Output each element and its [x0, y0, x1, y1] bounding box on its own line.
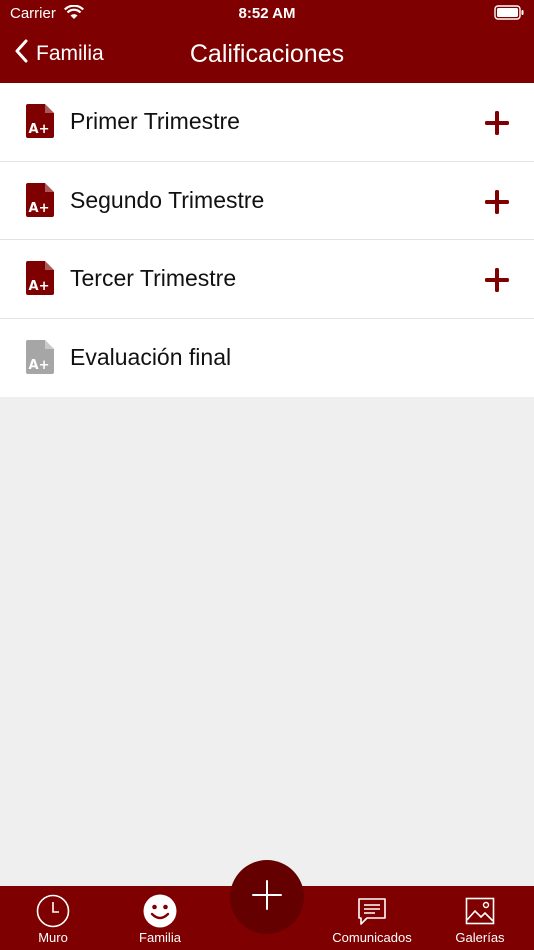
tab-familia[interactable]: Familia [115, 886, 205, 950]
tab-label: Comunicados [332, 930, 412, 945]
list-item[interactable]: A+ Segundo Trimestre [0, 162, 534, 240]
back-button[interactable]: Familia [14, 38, 104, 70]
grade-document-icon: A+ [26, 261, 54, 300]
add-button[interactable] [230, 860, 304, 934]
grade-document-icon: A+ [26, 182, 54, 222]
battery-icon [494, 5, 524, 24]
tab-galerias[interactable]: Galerías [435, 886, 525, 950]
list-item-label: Segundo Trimestre [70, 186, 265, 213]
top-bar: Carrier 8:52 AM Familia Calificaciones [0, 0, 534, 83]
list-item-label: Tercer Trimestre [70, 265, 237, 292]
list-item-label: Evaluación final [70, 344, 232, 371]
grades-list: A+ Primer Trimestre A+ Segundo Trimestre [0, 83, 534, 397]
status-bar: Carrier 8:52 AM [0, 0, 534, 28]
tab-label: Galerías [455, 930, 505, 945]
tab-label: Familia [139, 930, 181, 945]
plus-icon[interactable] [484, 267, 510, 298]
list-item[interactable]: A+ Evaluación final [0, 319, 534, 398]
smiley-icon [143, 894, 177, 928]
svg-text:A+: A+ [29, 201, 50, 216]
clock-icon [36, 894, 70, 928]
tab-muro[interactable]: Muro [8, 886, 98, 950]
list-item-label: Primer Trimestre [70, 108, 240, 135]
plus-icon[interactable] [484, 110, 510, 141]
plus-icon [251, 879, 283, 916]
message-icon [357, 894, 387, 928]
tab-comunicados[interactable]: Comunicados [327, 886, 417, 950]
list-item[interactable]: A+ Tercer Trimestre [0, 240, 534, 319]
status-time: 8:52 AM [238, 5, 296, 22]
svg-text:A+: A+ [29, 122, 50, 137]
nav-bar: Familia Calificaciones [0, 28, 534, 83]
svg-text:A+: A+ [29, 279, 50, 294]
back-label: Familia [36, 42, 104, 65]
plus-icon[interactable] [484, 189, 510, 220]
grade-document-icon-disabled: A+ [26, 339, 54, 379]
grade-document-icon: A+ [26, 104, 54, 143]
list-item[interactable]: A+ Primer Trimestre [0, 83, 534, 162]
svg-text:A+: A+ [29, 358, 50, 373]
image-icon [465, 894, 495, 928]
chevron-left-icon [14, 39, 28, 69]
tab-label: Muro [38, 930, 68, 945]
